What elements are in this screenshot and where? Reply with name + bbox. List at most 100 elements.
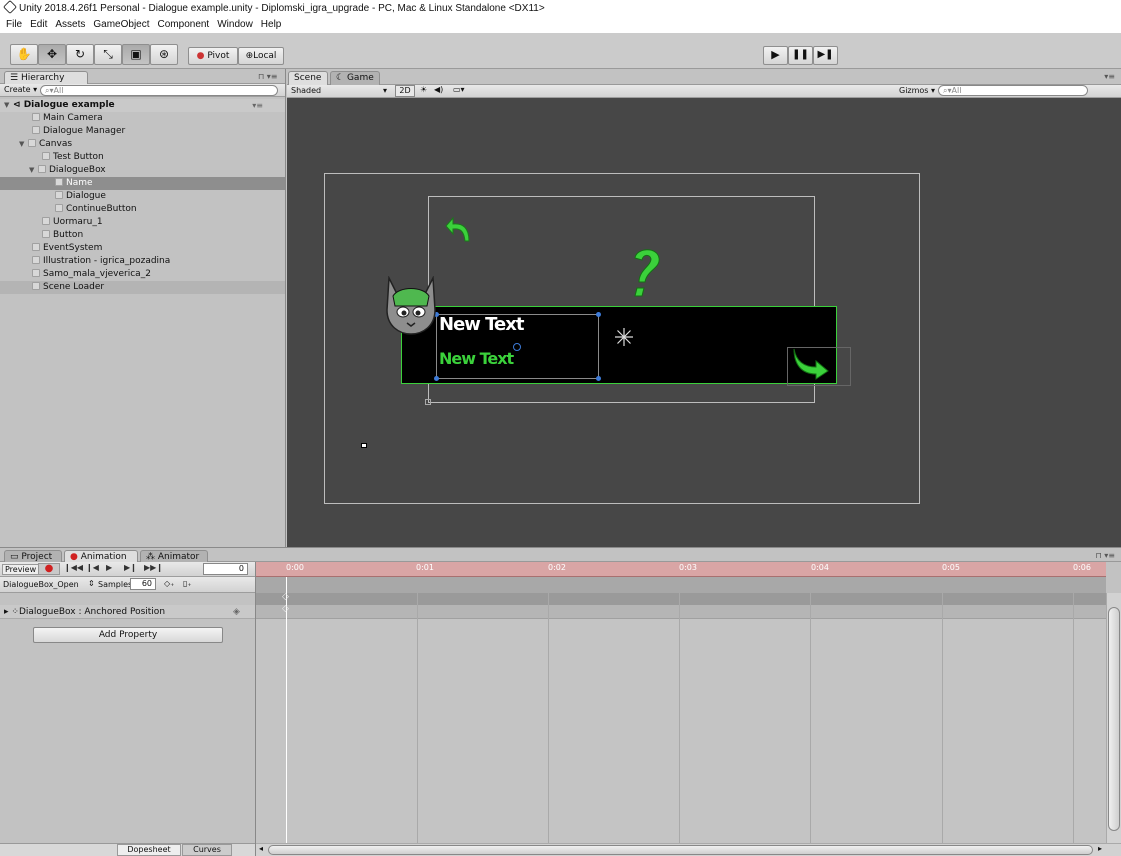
hierarchy-item-label: Name <box>66 178 93 188</box>
animation-tab-label: Animation <box>80 552 127 562</box>
menu-help[interactable]: Help <box>257 17 286 33</box>
rect-handle[interactable] <box>434 376 439 381</box>
menu-component[interactable]: Component <box>154 17 214 33</box>
step-button[interactable]: ▶❚ <box>813 46 838 65</box>
toggle-2d-button[interactable]: 2D <box>395 85 415 97</box>
transform-tool-button[interactable]: ⊛ <box>150 44 178 65</box>
summary-key-row[interactable] <box>256 593 1106 605</box>
rect-tool-button[interactable]: ▣ <box>122 44 150 65</box>
shading-mode-dropdown[interactable]: Shaded ▾ <box>291 86 387 95</box>
menu-file[interactable]: File <box>2 17 26 33</box>
keyframe-diamond-icon[interactable]: ◇ <box>282 604 289 614</box>
add-keyframe-icon[interactable]: ◇₊ <box>164 579 174 588</box>
scene-tab-bar: Scene ☾ Game ▾≡ <box>287 69 1121 85</box>
tab-game[interactable]: ☾ Game <box>330 71 380 85</box>
hierarchy-item[interactable]: Dialogue <box>0 190 285 203</box>
hierarchy-item[interactable]: Uormaru_1 <box>0 216 285 229</box>
hierarchy-item[interactable]: Illustration - igrica_pozadina <box>0 255 285 268</box>
hierarchy-item[interactable]: Scene Loader <box>0 281 285 294</box>
next-keyframe-button[interactable]: ▶❙ <box>124 563 137 572</box>
rotate-tool-button[interactable]: ↻ <box>66 44 94 65</box>
hierarchy-item-label: EventSystem <box>43 243 103 253</box>
last-keyframe-button[interactable]: ▶▶❙ <box>144 563 163 572</box>
playhead[interactable] <box>286 577 287 844</box>
scene-menu-icon[interactable]: ▾≡ <box>252 99 263 112</box>
rect-handle[interactable] <box>596 376 601 381</box>
first-keyframe-button[interactable]: ❙◀◀ <box>64 563 83 572</box>
prev-keyframe-button[interactable]: ❙◀ <box>86 563 99 572</box>
hand-tool-button[interactable]: ✋ <box>10 44 38 65</box>
dopesheet-button[interactable]: Dopesheet <box>117 844 181 856</box>
dopesheet-area[interactable] <box>256 619 1106 843</box>
hierarchy-item[interactable]: Samo_mala_vjeverica_2 <box>0 268 285 281</box>
hierarchy-item[interactable]: Button <box>0 229 285 242</box>
rect-handle[interactable] <box>596 312 601 317</box>
move-tool-button[interactable]: ✥ <box>38 44 66 65</box>
menu-assets[interactable]: Assets <box>51 17 89 33</box>
gizmos-dropdown[interactable]: Gizmos ▾ <box>899 86 935 95</box>
scroll-left-icon[interactable]: ◂ <box>259 844 263 853</box>
tab-scene[interactable]: Scene <box>288 71 328 85</box>
scale-tool-button[interactable]: ⤡ <box>94 44 122 65</box>
menu-edit[interactable]: Edit <box>26 17 51 33</box>
menu-gameobject[interactable]: GameObject <box>89 17 153 33</box>
add-property-button[interactable]: Add Property <box>33 627 223 643</box>
local-toggle[interactable]: ⊕Local <box>238 47 284 65</box>
play-button[interactable]: ▶ <box>763 46 788 65</box>
scene-root-row[interactable]: ▼ ⊲ Dialogue example ▾≡ <box>0 99 285 112</box>
keyframe-diamond-icon[interactable]: ◇ <box>282 592 289 602</box>
record-button[interactable]: ● <box>38 563 60 575</box>
lighting-icon[interactable]: ☀ <box>420 85 427 94</box>
scene-panel-menu-icon[interactable]: ▾≡ <box>1104 72 1115 81</box>
frame-input[interactable]: 0 <box>203 563 248 575</box>
vertical-scrollbar[interactable] <box>1106 593 1121 844</box>
continue-arrow-icon[interactable] <box>790 345 830 381</box>
clip-dropdown-arrow-icon[interactable]: ⇕ <box>88 579 95 588</box>
create-dropdown[interactable]: Create ▾ <box>4 85 37 94</box>
pause-button[interactable]: ❚❚ <box>788 46 813 65</box>
effects-icon[interactable]: ▭▾ <box>453 85 465 94</box>
scene-search-input[interactable]: ⌕▾All <box>938 85 1088 96</box>
hierarchy-item-label: Scene Loader <box>43 282 105 292</box>
vertical-scroll-thumb[interactable] <box>1108 607 1120 831</box>
clip-dropdown[interactable]: DialogueBox_Open <box>3 580 79 589</box>
pivot-toggle[interactable]: ● Pivot <box>188 47 238 65</box>
audio-icon[interactable]: ◀) <box>434 85 443 94</box>
animation-panel-menu-icon[interactable]: ⊓ ▾≡ <box>1095 551 1115 560</box>
prev-frame-icon: ❙◀ <box>86 563 99 572</box>
property-key-row[interactable] <box>256 605 1106 619</box>
hierarchy-item[interactable]: ▼ Canvas <box>0 138 285 151</box>
curves-button[interactable]: Curves <box>182 844 232 856</box>
samples-input[interactable]: 60 <box>130 578 156 590</box>
hierarchy-search-input[interactable]: ⌕▾All <box>40 85 278 96</box>
hierarchy-item[interactable]: Test Button <box>0 151 285 164</box>
tab-hierarchy[interactable]: ☰ Hierarchy <box>4 71 88 85</box>
scene-viewport[interactable]: New Text New Text <box>287 98 1121 547</box>
pivot-label: Pivot <box>207 51 230 61</box>
anim-play-button[interactable]: ▶ <box>106 563 112 572</box>
menu-window[interactable]: Window <box>213 17 257 33</box>
pivot-handle[interactable] <box>513 343 521 351</box>
property-row[interactable]: ▸ ⁘DialogueBox : Anchored Position ◈ <box>0 605 255 619</box>
scroll-right-icon[interactable]: ▸ <box>1098 844 1102 853</box>
gameobject-icon <box>32 243 40 251</box>
hierarchy-item-selected[interactable]: Name <box>0 177 285 190</box>
panel-menu-icon[interactable]: ⊓ ▾≡ <box>258 72 278 81</box>
hierarchy-item[interactable]: Dialogue Manager <box>0 125 285 138</box>
horizontal-scrollbar[interactable]: ◂ ▸ <box>256 843 1121 856</box>
rect-icon: ▣ <box>130 47 142 61</box>
keyframe-diamond-icon[interactable]: ◈ <box>233 605 240 619</box>
horizontal-scroll-thumb[interactable] <box>268 845 1093 855</box>
camera-gizmo-icon <box>361 443 367 448</box>
preview-toggle[interactable]: Preview <box>2 564 40 575</box>
hierarchy-item[interactable]: ContinueButton <box>0 203 285 216</box>
hierarchy-item[interactable]: ▼ DialogueBox <box>0 164 285 177</box>
window-title: Unity 2018.4.26f1 Personal - Dialogue ex… <box>19 3 545 14</box>
timeline-ruler[interactable]: 0:00 0:01 0:02 0:03 0:04 0:05 0:06 <box>256 562 1106 577</box>
hierarchy-item[interactable]: EventSystem <box>0 242 285 255</box>
time-mark: 0:02 <box>548 563 566 572</box>
add-event-icon[interactable]: ▯₊ <box>183 579 192 588</box>
curves-label: Curves <box>193 845 221 854</box>
hierarchy-item[interactable]: Main Camera <box>0 112 285 125</box>
event-lane[interactable] <box>256 577 1106 593</box>
